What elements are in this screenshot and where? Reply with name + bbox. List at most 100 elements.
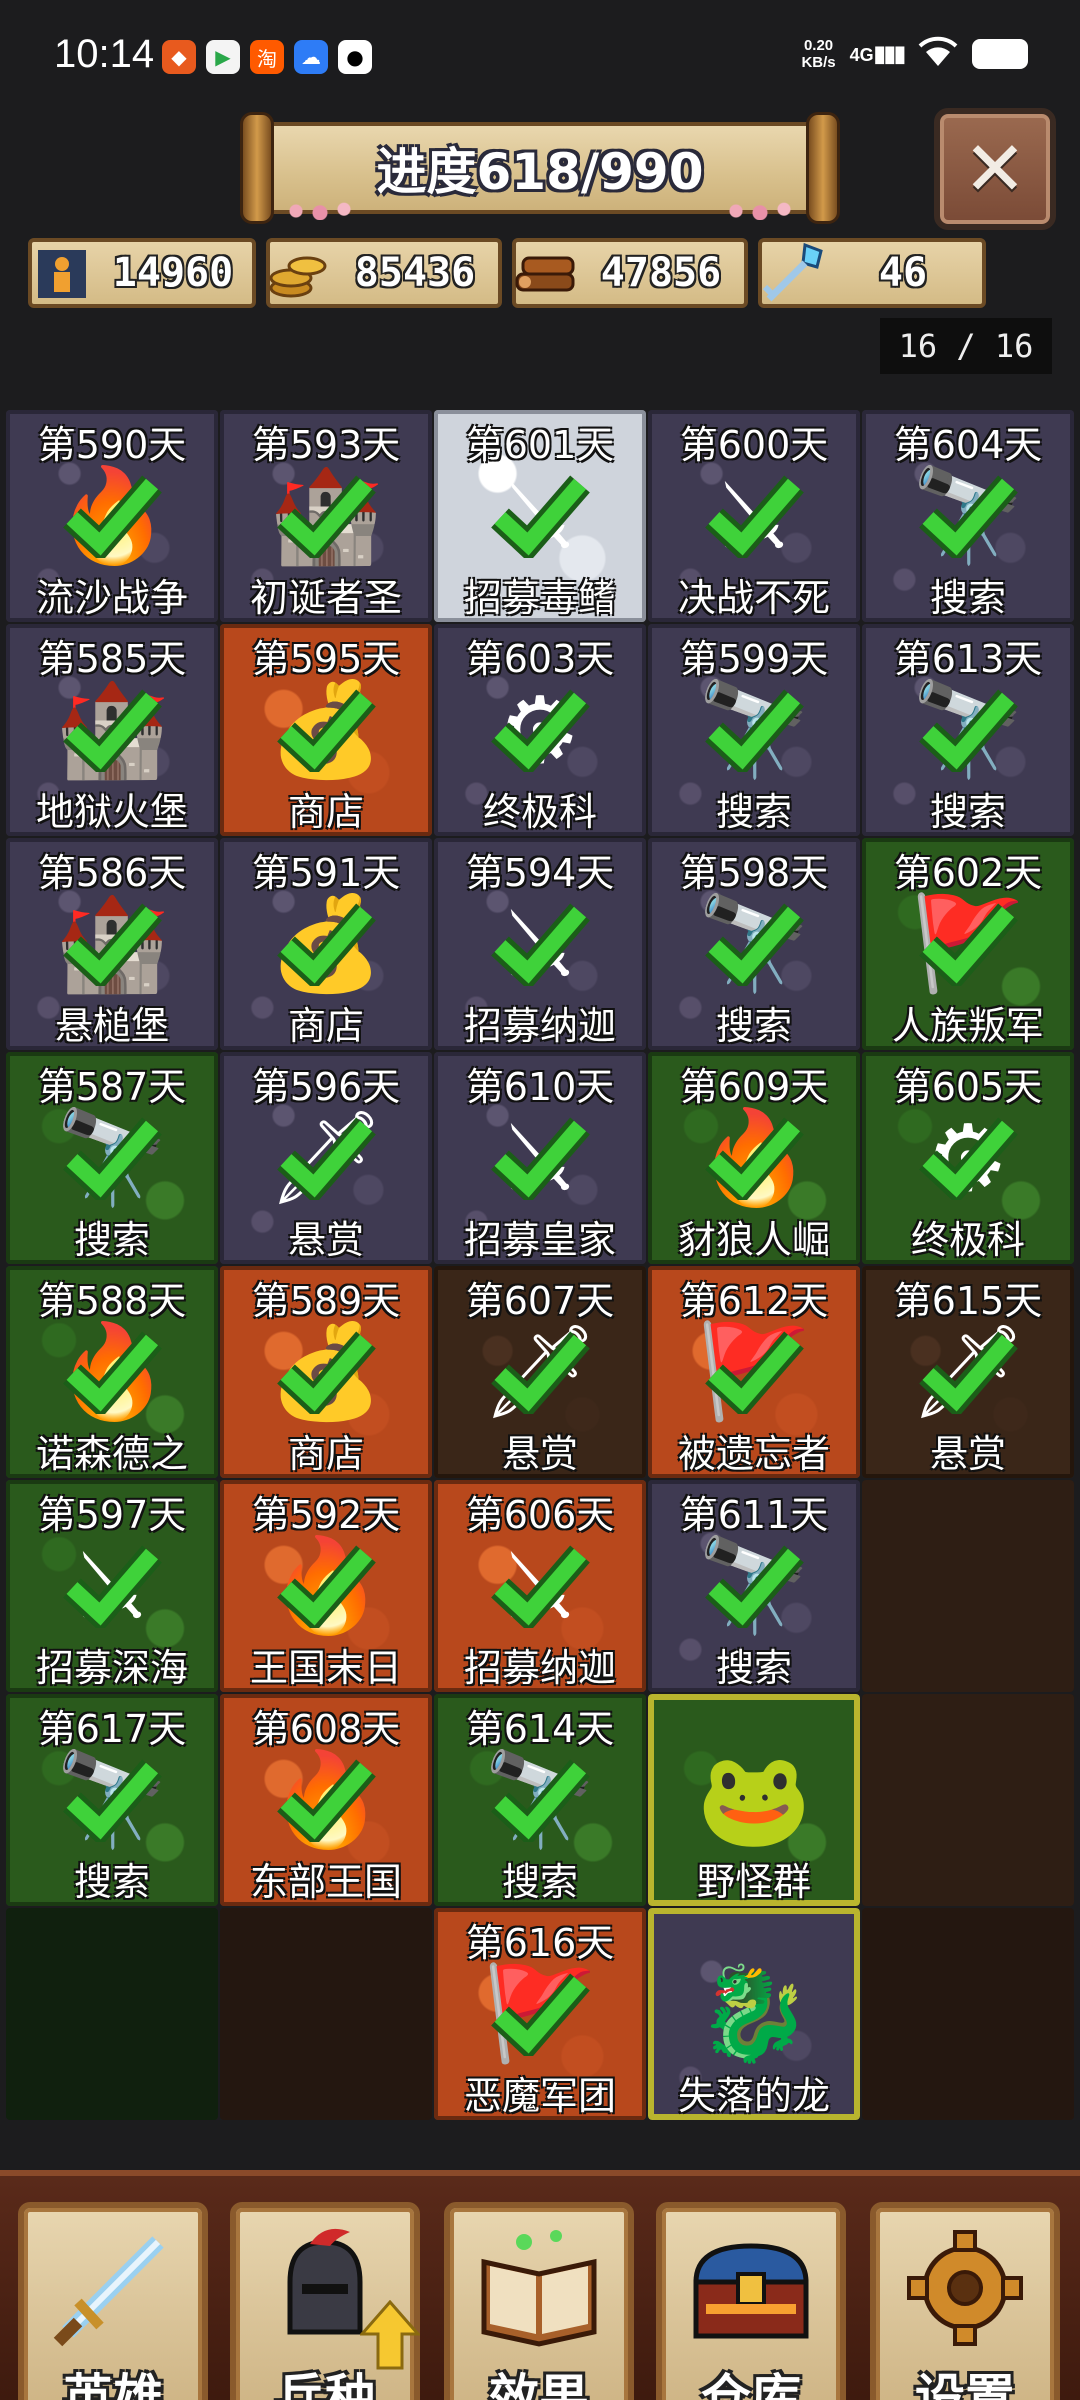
level-tile[interactable]: ⚔ 第597天 招募深海 xyxy=(6,1480,218,1692)
tile-name-label: 搜索 xyxy=(929,790,1006,834)
tile-day-label: 第599天 xyxy=(679,637,829,681)
sword-icon xyxy=(24,2222,202,2379)
tile-day-label: 第590天 xyxy=(37,423,187,467)
level-tile[interactable]: ⚔ 第610天 招募皇家 xyxy=(434,1052,646,1264)
tile-name-label: 搜索 xyxy=(73,1860,150,1904)
checkmark-icon xyxy=(63,475,162,558)
tile-name-label: 终极科 xyxy=(910,1218,1025,1262)
tile-name-label: 搜索 xyxy=(501,1860,578,1904)
tile-day-label: 第617天 xyxy=(37,1707,187,1751)
battery-icon xyxy=(972,39,1028,69)
checkmark-icon xyxy=(919,1117,1018,1200)
tile-name-label: 搜索 xyxy=(73,1218,150,1262)
dragon-icon: 🐉 xyxy=(696,1960,812,2067)
nav-heroes-button[interactable]: 英雄 xyxy=(18,2202,208,2400)
clock: 10:14 xyxy=(54,32,155,76)
signal-icon: 4G▮▮▮ xyxy=(849,41,906,66)
tile-day-label: 第601天 xyxy=(465,423,615,467)
tile-day-label: 第595天 xyxy=(251,637,401,681)
level-tile[interactable]: 🔥 第588天 诺森德之 xyxy=(6,1266,218,1478)
checkmark-icon xyxy=(705,1331,804,1414)
tile-name-label: 被遗忘者 xyxy=(677,1432,830,1476)
level-tile[interactable]: 🔭 第598天 搜索 xyxy=(648,838,860,1050)
crystal-key-icon xyxy=(756,238,828,310)
checkmark-icon xyxy=(705,903,804,986)
level-tile[interactable]: 🗡 第615天 悬赏 xyxy=(862,1266,1074,1478)
level-tile[interactable]: 💰 第589天 商店 xyxy=(220,1266,432,1478)
tile-name-label: 招募纳迦 xyxy=(463,1004,616,1048)
level-tile[interactable]: 🐸 野怪群 xyxy=(648,1694,860,1906)
status-bar: 10:14 ◆ ▶ 淘 ☁ ● 0.20 KB/s 4G▮▮▮ xyxy=(0,0,1080,110)
level-tile[interactable]: 💰 第595天 商店 xyxy=(220,624,432,836)
close-button[interactable]: ✕ xyxy=(934,108,1056,230)
resource-key: 46 xyxy=(758,238,986,308)
wifi-icon xyxy=(918,36,958,72)
checkmark-icon xyxy=(491,1973,590,2056)
checkmark-icon xyxy=(919,689,1018,772)
tile-name-label: 野怪群 xyxy=(696,1860,811,1904)
status-indicators: 0.20 KB/s 4G▮▮▮ xyxy=(801,36,1028,72)
level-tile[interactable]: 🗡 第607天 悬赏 xyxy=(434,1266,646,1478)
checkmark-icon xyxy=(63,1117,162,1200)
tile-name-label: 流沙战争 xyxy=(35,576,188,620)
qq-icon: ● xyxy=(338,40,372,74)
level-tile[interactable]: ⚔ 第606天 招募纳迦 xyxy=(434,1480,646,1692)
nav-settings-button[interactable]: 设置 xyxy=(870,2202,1060,2400)
level-tile[interactable]: 💰 第591天 商店 xyxy=(220,838,432,1050)
tile-day-label: 第615天 xyxy=(893,1279,1043,1323)
empty-tile xyxy=(6,1908,218,2120)
checkmark-icon xyxy=(491,1117,590,1200)
empty-tile xyxy=(220,1908,432,2120)
nav-effects-button[interactable]: 效果 xyxy=(444,2202,634,2400)
checkmark-icon xyxy=(63,689,162,772)
tile-name-label: 招募纳迦 xyxy=(463,1646,616,1690)
level-tile[interactable]: 🐉 失落的龙 xyxy=(648,1908,860,2120)
level-tile[interactable]: ⚔ 第601天 招募毒鳍 xyxy=(434,410,646,622)
level-tile[interactable]: 🔭 第617天 搜索 xyxy=(6,1694,218,1906)
tile-day-label: 第588天 xyxy=(37,1279,187,1323)
level-tile[interactable]: ⚔ 第600天 决战不死 xyxy=(648,410,860,622)
tile-day-label: 第613天 xyxy=(893,637,1043,681)
level-tile[interactable]: 🔭 第613天 搜索 xyxy=(862,624,1074,836)
network-speed: 0.20 KB/s xyxy=(801,37,835,71)
level-tile[interactable]: 🔥 第592天 王国末日 xyxy=(220,1480,432,1692)
level-tile[interactable]: ⚔ 第594天 招募纳迦 xyxy=(434,838,646,1050)
level-tile[interactable]: 🚩 第616天 恶魔军团 xyxy=(434,1908,646,2120)
gold-value: 85436 xyxy=(354,250,476,296)
checkmark-icon xyxy=(277,1331,376,1414)
nav-units-button[interactable]: 兵种 xyxy=(230,2202,420,2400)
wood-logs-icon xyxy=(510,238,582,310)
tile-name-label: 悬赏 xyxy=(929,1432,1006,1476)
tile-name-label: 决战不死 xyxy=(677,576,830,620)
page-indicator: 16 / 16 xyxy=(880,318,1052,374)
level-tile[interactable]: 🏰 第585天 地狱火堡 xyxy=(6,624,218,836)
level-tile[interactable]: 🔭 第599天 搜索 xyxy=(648,624,860,836)
level-tile[interactable]: 🚩 第612天 被遗忘者 xyxy=(648,1266,860,1478)
level-tile[interactable]: ⚙ 第605天 终极科 xyxy=(862,1052,1074,1264)
tile-day-label: 第594天 xyxy=(465,851,615,895)
level-tile[interactable]: 🔭 第587天 搜索 xyxy=(6,1052,218,1264)
checkmark-icon xyxy=(919,475,1018,558)
level-tile[interactable]: 🏰 第586天 悬槌堡 xyxy=(6,838,218,1050)
checkmark-icon xyxy=(919,1331,1018,1414)
nav-storage-button[interactable]: 仓库 xyxy=(656,2202,846,2400)
level-tile[interactable]: ⚙ 第603天 终极科 xyxy=(434,624,646,836)
tile-name-label: 搜索 xyxy=(715,790,792,834)
level-tile[interactable]: 🔥 第608天 东部王国 xyxy=(220,1694,432,1906)
checkmark-icon xyxy=(705,1545,804,1628)
level-tile[interactable]: 🏰 第593天 初诞者圣 xyxy=(220,410,432,622)
level-tile[interactable]: 🔭 第611天 搜索 xyxy=(648,1480,860,1692)
tile-name-label: 人族叛军 xyxy=(891,1004,1044,1048)
tile-name-label: 王国末日 xyxy=(249,1646,402,1690)
level-tile[interactable]: 🔥 第590天 流沙战争 xyxy=(6,410,218,622)
level-tile[interactable]: 🗡 第596天 悬赏 xyxy=(220,1052,432,1264)
level-tile[interactable]: 🔭 第614天 搜索 xyxy=(434,1694,646,1906)
tile-name-label: 商店 xyxy=(287,1004,364,1048)
notification-icons: ◆ ▶ 淘 ☁ ● xyxy=(162,40,372,74)
tile-day-label: 第589天 xyxy=(251,1279,401,1323)
level-tile[interactable]: 🚩 第602天 人族叛军 xyxy=(862,838,1074,1050)
cloud-app-icon: ☁ xyxy=(294,40,328,74)
bottom-nav: 英雄 兵种 效果 仓库 设置 xyxy=(0,2170,1080,2400)
level-tile[interactable]: 🔭 第604天 搜索 xyxy=(862,410,1074,622)
level-tile[interactable]: 🔥 第609天 豺狼人崛 xyxy=(648,1052,860,1264)
